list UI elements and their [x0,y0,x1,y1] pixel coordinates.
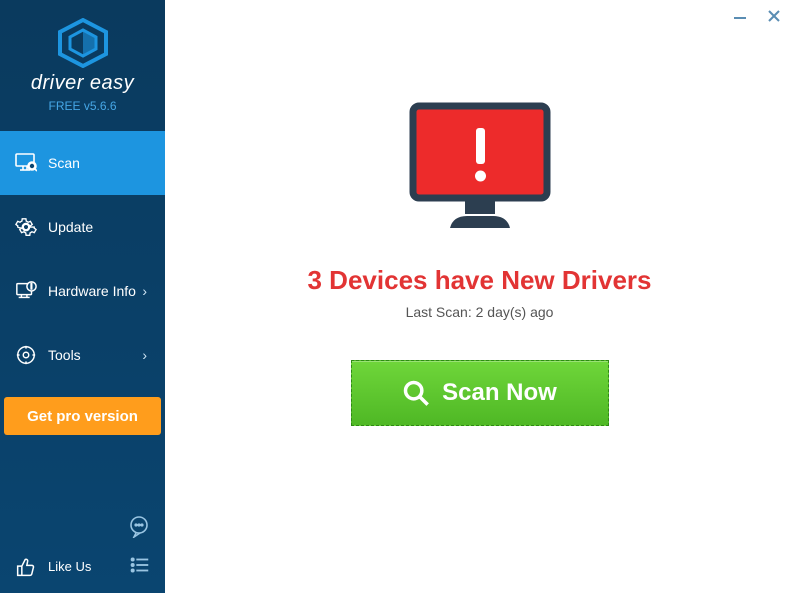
sidebar-item-label: Hardware Info [48,283,142,299]
chevron-right-icon: › [142,347,147,363]
minimize-button[interactable] [730,6,750,26]
sidebar-item-label: Update [48,219,151,235]
sidebar-item-tools[interactable]: Tools › [0,323,165,387]
logo-area: driver easy FREE v5.6.6 [0,0,165,123]
tools-icon [14,343,38,367]
scan-button-label: Scan Now [442,379,557,407]
sidebar-item-hardware-info[interactable]: i Hardware Info › [0,259,165,323]
main-panel: 3 Devices have New Drivers Last Scan: 2 … [165,0,794,593]
last-scan-text: Last Scan: 2 day(s) ago [406,304,554,320]
app-logo-icon [56,18,110,68]
alert-monitor-icon [405,100,555,239]
scan-now-button[interactable]: Scan Now [351,360,609,426]
gear-icon [14,215,38,239]
menu-list-icon[interactable] [129,554,151,579]
thumbs-up-icon [14,555,38,579]
hardware-info-icon: i [14,279,38,303]
scan-headline: 3 Devices have New Drivers [308,265,652,296]
search-icon [402,379,430,407]
close-button[interactable] [764,6,784,26]
like-us-button[interactable]: Like Us [0,544,165,593]
sidebar-bottom: Like Us [0,508,165,593]
app-version: FREE v5.6.6 [0,99,165,113]
sidebar: driver easy FREE v5.6.6 Scan [0,0,165,593]
get-pro-button[interactable]: Get pro version [4,397,161,435]
monitor-scan-icon [14,151,38,175]
window-controls [730,6,784,26]
scan-content: 3 Devices have New Drivers Last Scan: 2 … [165,0,794,426]
sidebar-item-update[interactable]: Update [0,195,165,259]
nav: Scan Update i Hardware Inf [0,131,165,387]
sidebar-item-scan[interactable]: Scan [0,131,165,195]
chevron-right-icon: › [142,283,147,299]
feedback-icon[interactable] [127,514,151,538]
app-name: driver easy [0,72,165,95]
sidebar-item-label: Scan [48,155,151,171]
like-us-label: Like Us [48,559,91,574]
sidebar-item-label: Tools [48,347,142,363]
